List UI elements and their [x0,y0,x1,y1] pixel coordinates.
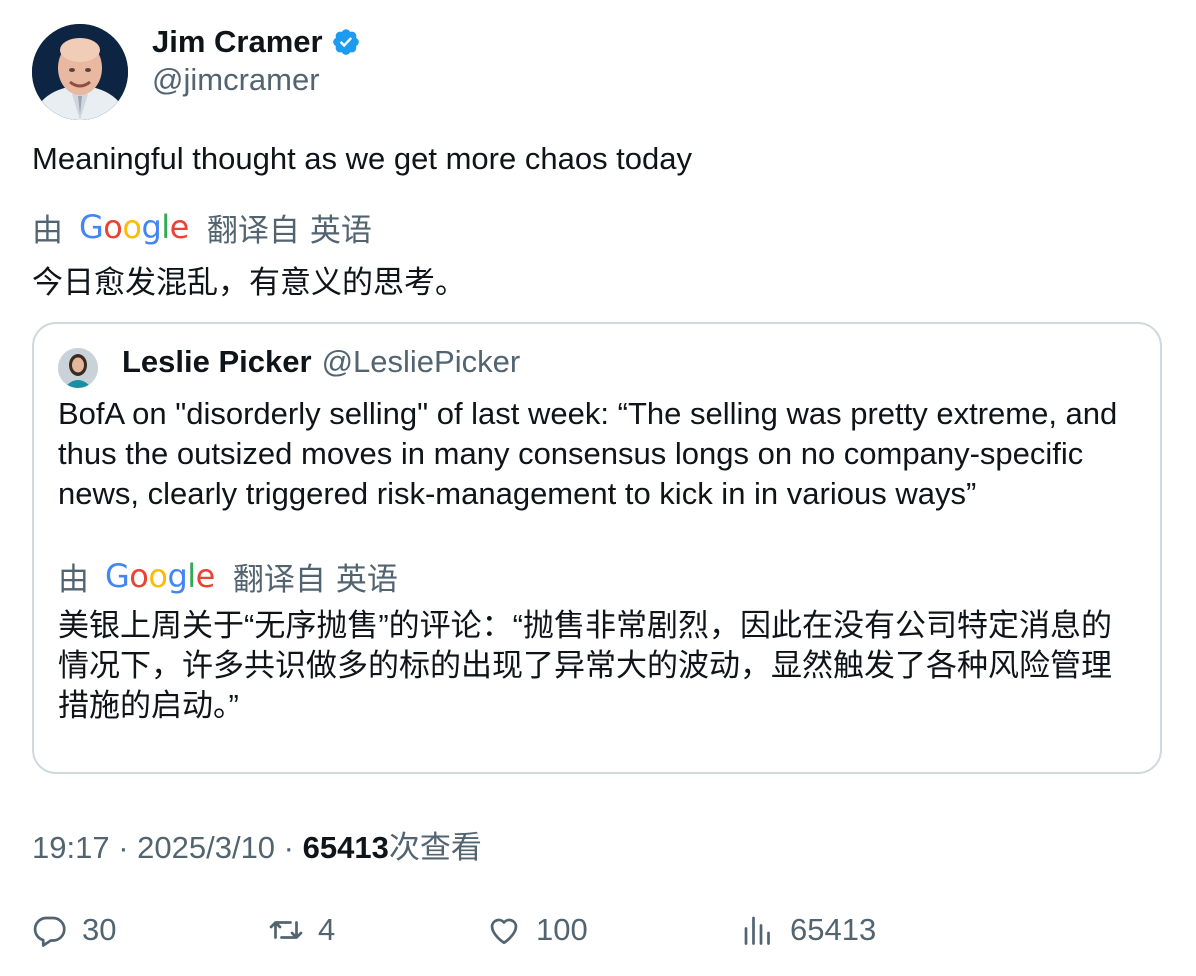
quoted-author-avatar-image [58,348,98,388]
translation-attribution[interactable]: 由 Google 翻译自 英语 [32,207,372,248]
quoted-tweet-card[interactable]: Leslie Picker @LesliePicker BofA on "diso… [32,322,1162,774]
quoted-source-language: 英语 [335,561,398,597]
source-language: 英语 [309,212,372,248]
quoted-author-name[interactable]: Leslie Picker [122,344,312,379]
like-button[interactable]: 100 [486,906,588,954]
retweet-count: 4 [318,912,336,947]
analytics-icon [744,916,770,945]
quoted-author-name-row: Leslie Picker @LesliePicker [122,344,520,380]
views-count: 65413 [302,830,389,865]
translated-from-label: 翻译自 [206,212,300,248]
google-logo: Google [79,208,189,246]
tweet-translation-text: 今日愈发混乱，有意义的思考。 [32,265,466,300]
quoted-tweet-translation-text: 美银上周关于“无序抛售”的评论：“抛售非常剧烈，因此在没有公司特定消息的情况下，… [58,608,1112,723]
quoted-google-logo: Google [105,557,215,595]
quoted-translated-from-label: 翻译自 [232,561,326,597]
reply-button[interactable]: 30 [32,906,116,954]
verified-badge-icon [331,27,361,57]
views-action-count: 65413 [790,912,877,947]
quoted-author-avatar[interactable] [58,348,98,388]
tweet-date[interactable]: 2025/3/10 [137,830,275,865]
views-button[interactable]: 65413 [740,906,876,954]
quoted-author-handle[interactable]: @LesliePicker [322,344,521,379]
heart-icon [490,918,518,945]
author-avatar[interactable] [32,24,128,120]
tweet-time[interactable]: 19:17 [32,830,110,865]
retweet-icon [269,921,303,939]
reply-icon [33,916,66,947]
quoted-tweet-text: BofA on "disorderly selling" of last wee… [58,396,1118,511]
author-display-name[interactable]: Jim Cramer [152,24,323,60]
translated-by-label: 由 [32,212,63,248]
retweet-button[interactable]: 4 [268,906,335,954]
like-count: 100 [536,912,588,947]
quoted-translation-attribution[interactable]: 由 Google 翻译自 英语 [58,556,398,597]
reply-count: 30 [82,912,117,947]
views-label: 次查看 [388,830,482,865]
quoted-translated-by-label: 由 [58,561,89,597]
tweet-action-bar: 30 4 100 65413 [32,906,1162,956]
meta-separator-2: · [275,830,303,865]
author-avatar-image [32,24,128,120]
tweet-meta: 19:17 · 2025/3/10 · 65413次查看 [32,822,482,867]
tweet-text: Meaningful thought as we get more chaos … [32,141,693,176]
meta-separator: · [109,830,138,865]
author-name-row: Jim Cramer [152,22,361,62]
author-handle[interactable]: @jimcramer [152,62,320,98]
